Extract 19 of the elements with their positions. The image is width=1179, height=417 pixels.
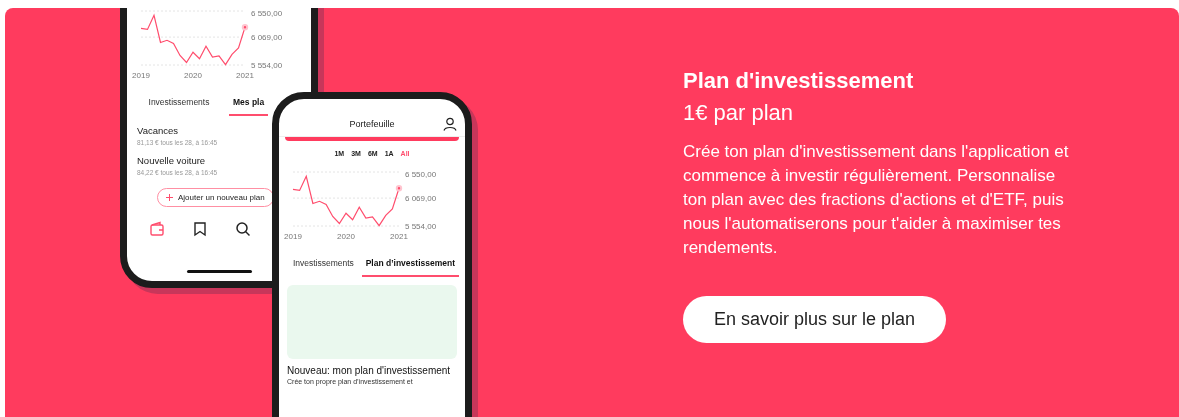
axis-label: 2020 xyxy=(337,232,355,241)
axis-label: 5 554,00 xyxy=(251,60,283,70)
axis-label: 2019 xyxy=(132,71,150,80)
axis-label: 6 550,00 xyxy=(251,8,283,18)
axis-label: 2021 xyxy=(236,71,254,80)
promo-title: Plan d'investissement xyxy=(683,68,915,94)
axis-label: 6 069,00 xyxy=(405,193,437,203)
axis-label: 2021 xyxy=(390,232,408,241)
card-title: Nouveau: mon plan d'investissement xyxy=(287,365,452,376)
plan-name: Nouvelle voiture xyxy=(137,155,207,166)
screen-title: Portefeuille xyxy=(349,119,395,129)
axis-label: 6 550,00 xyxy=(405,169,437,179)
promo-description: Crée ton plan d'investissement dans l'application et commence à investir régulièrement. Personnalise ton plan avec des fractions d'actions et d'ETF, puis nous l'automatiserons pour t'aider à maximiser tes rendements. xyxy=(683,141,1070,259)
axis-label: 2019 xyxy=(284,232,302,241)
axis-label: 5 554,00 xyxy=(405,221,437,231)
axis-label: 2020 xyxy=(184,71,202,80)
axis-label: 6 069,00 xyxy=(251,32,283,42)
promo-subtitle: 1€ par plan xyxy=(683,100,795,126)
plan-name: Vacances xyxy=(137,125,179,136)
